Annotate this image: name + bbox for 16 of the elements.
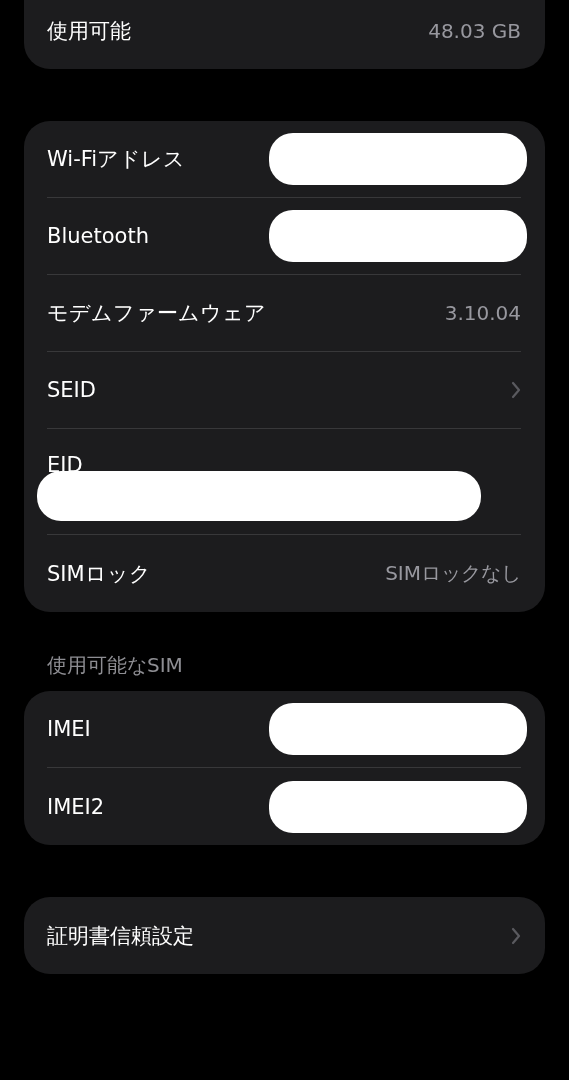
row-label: EID [47, 453, 83, 477]
section-header: 使用可能なSIM [47, 652, 184, 679]
row-label: IMEI [47, 717, 91, 741]
row-value: 3.10.04 [444, 301, 521, 325]
chevron-icon [511, 381, 521, 399]
row-value: SIMロックなし [385, 560, 521, 587]
row-label: Bluetooth [47, 224, 149, 248]
row-label: IMEI2 [47, 794, 105, 819]
settings-row[interactable]: 証明書信頼設定 [47, 897, 521, 974]
row-label: モデムファームウェア [47, 300, 266, 327]
chevron-icon [511, 926, 521, 945]
row-value: 48.03 GB [428, 18, 521, 43]
settings-row[interactable]: SEID [47, 352, 521, 429]
row-label: Wi-Fiアドレス [47, 146, 186, 173]
row-label: SIMロック [47, 560, 151, 588]
row-label: 使用可能 [47, 17, 131, 45]
